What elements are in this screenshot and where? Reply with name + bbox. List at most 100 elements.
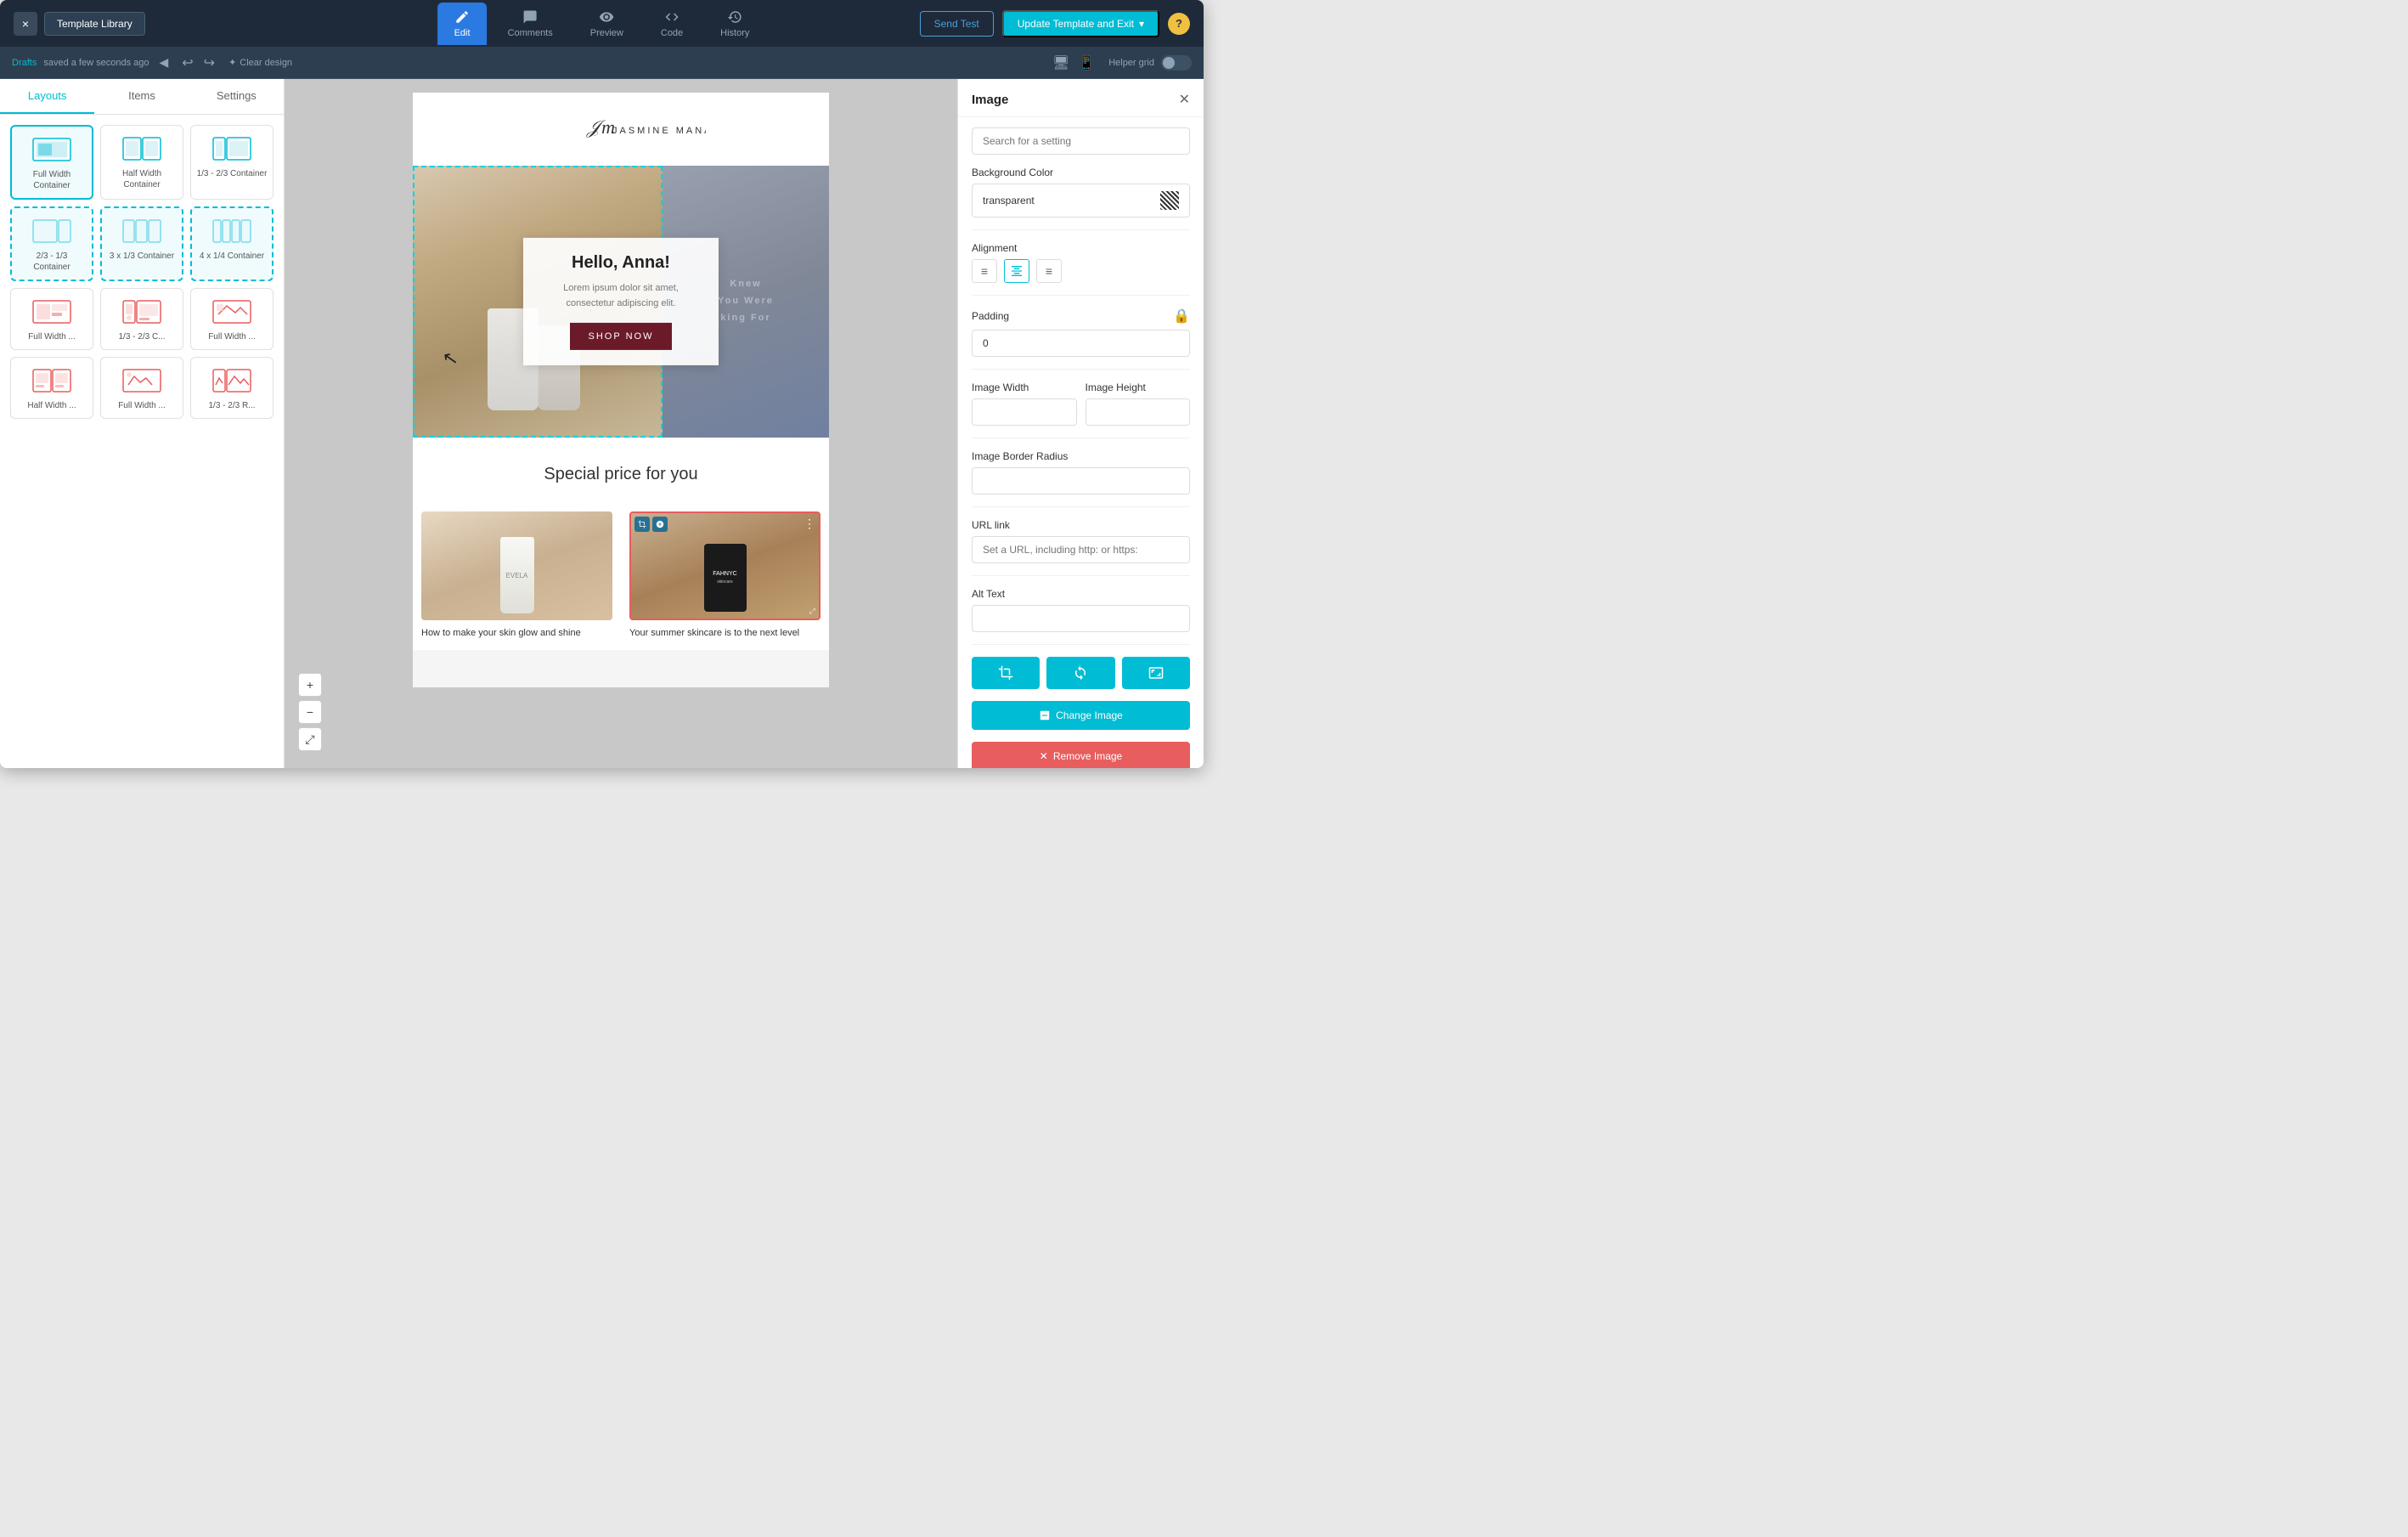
- helper-grid-toggle[interactable]: [1161, 55, 1192, 71]
- layout-1-3-2-3-r2-label: 1/3 - 2/3 R...: [208, 400, 255, 411]
- mobile-icon[interactable]: 📱: [1078, 54, 1095, 71]
- url-link-label: URL link: [972, 519, 1190, 531]
- url-link-group: URL link: [972, 519, 1190, 563]
- panel-close-button[interactable]: ✕: [1179, 91, 1190, 108]
- tab-items[interactable]: Items: [94, 79, 189, 114]
- layout-3x1-3-label: 3 x 1/3 Container: [110, 251, 174, 262]
- zoom-in-button[interactable]: +: [298, 673, 322, 697]
- email-canvas: 𝒥m JASMINE MANAKA: [413, 93, 829, 687]
- replace-image-button[interactable]: [1046, 657, 1114, 689]
- layout-half-width-r[interactable]: Half Width ...: [10, 357, 93, 419]
- shop-now-button[interactable]: SHOP NOW: [570, 323, 673, 350]
- product-2-crop-tool[interactable]: [634, 517, 650, 532]
- layout-one-third-two-thirds[interactable]: 1/3 - 2/3 Container: [190, 125, 274, 200]
- padding-input[interactable]: 0: [983, 337, 1179, 349]
- change-image-button[interactable]: Change Image: [972, 701, 1190, 730]
- undo-button[interactable]: ↩: [178, 53, 196, 73]
- tab-layouts[interactable]: Layouts: [0, 79, 94, 114]
- image-action-buttons: [972, 657, 1190, 689]
- image-height-input[interactable]: 120: [1097, 406, 1180, 418]
- nav-edit[interactable]: Edit: [437, 3, 488, 45]
- padding-field[interactable]: 0: [972, 330, 1190, 357]
- layout-half-width-r-label: Half Width ...: [27, 400, 76, 411]
- zoom-controls: + − ⤢: [298, 673, 322, 751]
- nav-preview[interactable]: Preview: [573, 3, 640, 45]
- main-content: Layouts Items Settings Full Width Contai…: [0, 79, 1204, 768]
- layout-two-thirds-one-third[interactable]: 2/3 - 1/3 Container: [10, 206, 93, 281]
- tab-settings[interactable]: Settings: [189, 79, 284, 114]
- product-2-edit-tool[interactable]: [652, 517, 668, 532]
- alt-text-label: Alt Text: [972, 588, 1190, 600]
- app-container: × Template Library Edit Comments Preview…: [0, 0, 1204, 768]
- layout-1-3-2-3-r2[interactable]: 1/3 - 2/3 R...: [190, 357, 274, 419]
- product-2-menu-button[interactable]: ⋮: [804, 517, 815, 531]
- product-2-title: Your summer skincare is to the next leve…: [629, 627, 821, 640]
- layout-1-3-2-3-r[interactable]: 1/3 - 2/3 C...: [100, 288, 183, 350]
- collapse-sidebar-button[interactable]: ◀: [159, 55, 168, 70]
- layout-full-width-r2[interactable]: Full Width ...: [190, 288, 274, 350]
- url-link-input[interactable]: [983, 544, 1179, 556]
- divider-3: [972, 369, 1190, 370]
- sub-nav-right: 🖥 📱 Helper grid: [1052, 54, 1192, 71]
- layout-3x1-3[interactable]: 3 x 1/3 Container: [100, 206, 183, 281]
- alt-text-field[interactable]: Email Image: [972, 605, 1190, 632]
- email-header: 𝒥m JASMINE MANAKA: [413, 93, 829, 166]
- image-height-field[interactable]: 120: [1086, 398, 1191, 426]
- nav-code[interactable]: Code: [644, 3, 700, 45]
- nav-comments[interactable]: Comments: [491, 3, 570, 45]
- crop-image-button[interactable]: [972, 657, 1040, 689]
- url-link-field[interactable]: [972, 536, 1190, 563]
- template-library-button[interactable]: Template Library: [44, 12, 145, 36]
- settings-search-input[interactable]: [972, 127, 1190, 155]
- padding-lock-icon[interactable]: 🔒: [1173, 308, 1190, 325]
- background-color-group: Background Color transparent: [972, 167, 1190, 218]
- nav-history[interactable]: History: [703, 3, 766, 45]
- zoom-out-button[interactable]: −: [298, 700, 322, 724]
- background-color-field[interactable]: transparent: [972, 184, 1190, 218]
- desktop-icon[interactable]: 🖥: [1052, 54, 1069, 71]
- background-color-label: Background Color: [972, 167, 1190, 178]
- redo-button[interactable]: ↪: [200, 53, 218, 73]
- layout-1-3-2-3-label: 1/3 - 2/3 Container: [197, 168, 268, 179]
- sidebar-tabs: Layouts Items Settings: [0, 79, 284, 115]
- close-button[interactable]: ×: [14, 12, 37, 36]
- update-template-button[interactable]: Update Template and Exit ▾: [1002, 10, 1159, 37]
- remove-image-button[interactable]: ✕ Remove Image: [972, 742, 1190, 768]
- send-test-button[interactable]: Send Test: [920, 11, 994, 37]
- image-width-field[interactable]: 290: [972, 398, 1077, 426]
- align-center-button[interactable]: [1004, 259, 1029, 283]
- layout-full-width[interactable]: Full Width Container: [10, 125, 93, 200]
- special-price-section: Special price for you: [413, 438, 829, 505]
- layout-half-width[interactable]: Half Width Container: [100, 125, 183, 200]
- alignment-buttons: ≡ ≡: [972, 259, 1190, 283]
- hero-overlay-card: Hello, Anna! Lorem ipsum dolor sit amet,…: [523, 238, 719, 365]
- panel-body: Background Color transparent Alignment ≡: [958, 117, 1204, 768]
- dropdown-arrow-icon: ▾: [1139, 18, 1144, 30]
- top-nav: × Template Library Edit Comments Preview…: [0, 0, 1204, 47]
- alt-text-group: Alt Text Email Image: [972, 588, 1190, 632]
- alt-text-input[interactable]: Email Image: [983, 613, 1179, 624]
- border-radius-field[interactable]: 10: [972, 467, 1190, 494]
- layout-grid: Full Width Container Half Width Containe…: [0, 115, 284, 429]
- border-radius-label: Image Border Radius: [972, 450, 1190, 462]
- clear-design-button[interactable]: ✦ Clear design: [228, 57, 292, 68]
- resize-handle[interactable]: ⤢: [809, 607, 815, 616]
- border-radius-input[interactable]: 10: [983, 475, 1179, 487]
- layout-4x1-4[interactable]: 4 x 1/4 Container: [190, 206, 274, 281]
- help-button[interactable]: ?: [1168, 13, 1190, 35]
- image-width-input[interactable]: 290: [983, 406, 1066, 418]
- align-left-button[interactable]: ≡: [972, 259, 997, 283]
- remove-icon: ✕: [1040, 750, 1048, 762]
- product-1-title: How to make your skin glow and shine: [421, 627, 612, 640]
- image-dimensions-group: Image Width 290 Image Height 120: [972, 381, 1190, 426]
- device-icons: 🖥 📱: [1052, 54, 1095, 71]
- svg-text:JASMINE MANAKA: JASMINE MANAKA: [612, 126, 706, 136]
- resize-image-button[interactable]: [1122, 657, 1190, 689]
- drafts-link[interactable]: Drafts: [12, 58, 37, 68]
- layout-full-width-r1-label: Full Width ...: [28, 331, 76, 342]
- fullscreen-button[interactable]: ⤢: [298, 727, 322, 751]
- layout-full-width-r3[interactable]: Full Width ...: [100, 357, 183, 419]
- email-logo: 𝒥m JASMINE MANAKA: [430, 110, 812, 149]
- align-right-button[interactable]: ≡: [1036, 259, 1062, 283]
- layout-full-width-r1[interactable]: Full Width ...: [10, 288, 93, 350]
